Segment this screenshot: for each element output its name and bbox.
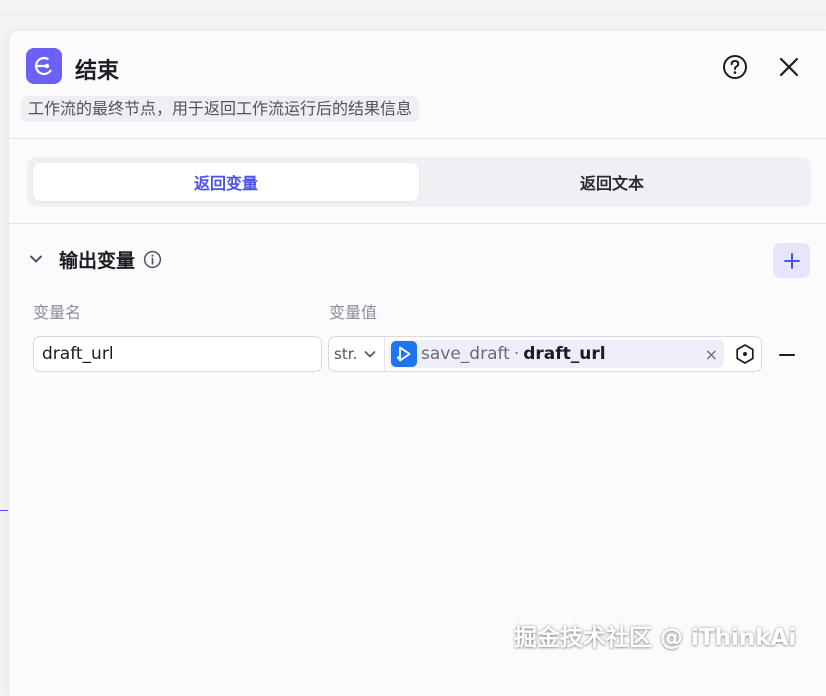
add-variable-button[interactable] xyxy=(773,243,810,278)
section-title: 输出变量 xyxy=(59,249,136,272)
reference-separator: · xyxy=(513,344,520,364)
end-node-icon xyxy=(26,48,62,84)
help-icon[interactable] xyxy=(722,54,748,80)
panel-header: 结束 工作流的最终节点，用于返回工作流运行后的结果信息 xyxy=(9,31,826,139)
node-description[interactable]: 工作流的最终节点，用于返回工作流运行后的结果信息 xyxy=(21,96,420,122)
plus-icon xyxy=(783,252,800,269)
variable-reference-tag[interactable]: save_draft · draft_url × xyxy=(389,340,724,368)
chevron-down-icon[interactable] xyxy=(27,250,45,268)
variable-name-input[interactable] xyxy=(33,336,322,372)
variable-picker-icon[interactable] xyxy=(734,343,756,365)
node-config-panel: 结束 工作流的最终节点，用于返回工作流运行后的结果信息 返回变量 返回文本 输出… xyxy=(8,30,826,696)
chevron-down-icon xyxy=(364,351,376,358)
reference-node-name: save_draft xyxy=(421,344,510,364)
output-section-header: 输出变量 xyxy=(27,243,162,275)
canvas-connection-line xyxy=(0,510,8,511)
variable-type-select[interactable]: str. xyxy=(329,337,385,371)
variable-value-field: str. save_draft · draft_url × xyxy=(328,336,762,372)
tabs-divider xyxy=(9,223,826,224)
tab-return-text[interactable]: 返回文本 xyxy=(419,163,805,201)
info-icon[interactable] xyxy=(143,250,162,269)
close-icon[interactable] xyxy=(777,55,801,79)
variable-type-label: str. xyxy=(334,345,358,363)
remove-variable-button[interactable] xyxy=(777,345,797,365)
watermark: 掘金技术社区 @ iThinkAi xyxy=(514,625,797,651)
tab-return-variables[interactable]: 返回变量 xyxy=(33,163,419,201)
output-mode-tabs: 返回变量 返回文本 xyxy=(27,157,811,207)
canvas-top-bar xyxy=(0,0,826,16)
clear-reference-icon[interactable]: × xyxy=(705,345,718,364)
reference-field-name: draft_url xyxy=(523,344,606,364)
header-divider xyxy=(9,138,826,139)
plugin-node-icon xyxy=(391,341,417,367)
node-title[interactable]: 结束 xyxy=(75,53,119,85)
column-header-name: 变量名 xyxy=(33,303,82,322)
column-header-value: 变量值 xyxy=(329,303,378,322)
